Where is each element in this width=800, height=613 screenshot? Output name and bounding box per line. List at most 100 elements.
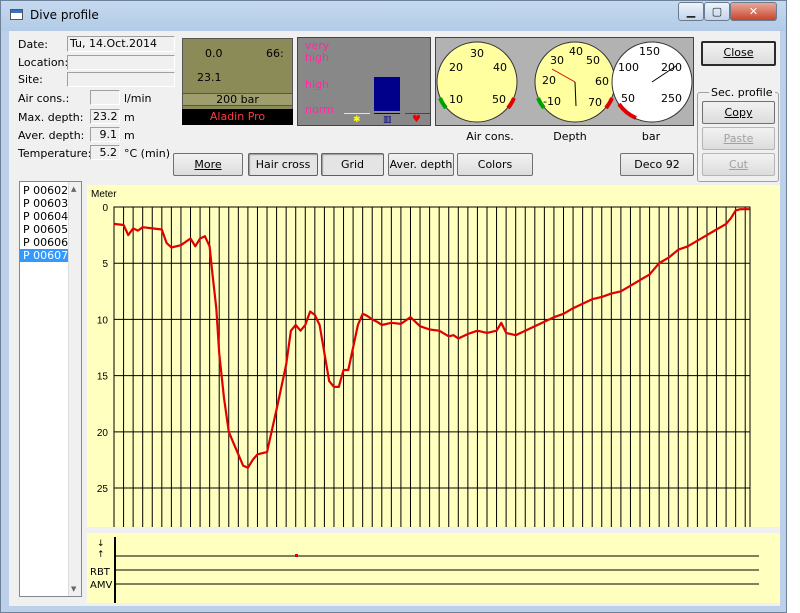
max-depth-field[interactable]: 23.2 <box>90 109 120 124</box>
max-depth-label: Max. depth: <box>18 111 84 124</box>
grid-button[interactable]: Grid <box>321 153 384 176</box>
dive-chart-panel[interactable]: Meter05101520255'10'15'20'25'30'35'40'45… <box>87 185 780 551</box>
pressure-display: 200 bar <box>182 93 293 106</box>
list-item[interactable]: P 00605 <box>20 223 68 236</box>
more-button[interactable]: More <box>173 153 243 176</box>
site-label: Site: <box>18 73 43 86</box>
list-item[interactable]: P 00603 <box>20 197 68 210</box>
pressure-tick-4: 250 <box>661 92 682 105</box>
grid-button-label: Grid <box>340 158 365 171</box>
max-depth-unit: m <box>124 111 135 124</box>
computer-display: 0.0 66: 23.1 <box>182 38 293 119</box>
close-window-button[interactable]: ✕ <box>730 2 777 21</box>
aver-depth-button[interactable]: Aver. depth <box>388 153 454 176</box>
list-item[interactable]: P 00602 <box>20 184 68 197</box>
air-cons-caption: Air cons. <box>466 130 514 143</box>
computer-name: Aladin Pro <box>182 109 293 125</box>
events-row-rbt: RBT <box>90 567 111 578</box>
app-icon <box>10 9 23 20</box>
profile-list-scrollbar[interactable]: ▲ ▼ <box>68 182 81 596</box>
y-tick-label: 20 <box>97 428 109 439</box>
ascent-arrow-icon: ↓ <box>97 539 105 549</box>
maximize-button[interactable]: ▢ <box>704 2 730 21</box>
pressure-tick-3: 200 <box>661 61 682 74</box>
copy-button[interactable]: Copy <box>702 101 775 124</box>
heart-icon: ♥ <box>412 114 421 125</box>
depth-caption: Depth <box>553 130 587 143</box>
list-item[interactable]: P 00606 <box>20 236 68 249</box>
deco-button[interactable]: Deco 92 <box>620 153 694 176</box>
minimize-button[interactable]: ▁ <box>678 2 704 21</box>
dive-profile-window: Dive profile ▁ ▢ ✕ Date: Tu, 14.Oct.2014… <box>0 0 787 613</box>
events-panel: ↓ ↑ RBT AMV <box>87 533 780 603</box>
y-tick-label: 0 <box>102 203 108 214</box>
temperature-unit: °C (min) <box>124 147 171 160</box>
y-axis-label: Meter <box>91 189 117 200</box>
depth-tick-3: 40 <box>569 45 583 58</box>
workload-base-line <box>344 113 370 114</box>
air-cons-tick-3: 40 <box>493 61 507 74</box>
depth-tick-0: -10 <box>543 95 561 108</box>
y-tick-label: 25 <box>97 484 109 495</box>
workload-high: high <box>305 78 329 91</box>
dive-profile-chart[interactable]: Meter05101520255'10'15'20'25'30'35'40'45… <box>87 185 780 551</box>
event-marker <box>295 554 298 557</box>
y-tick-label: 10 <box>97 315 109 326</box>
descent-arrow-icon: ↑ <box>97 550 105 560</box>
scroll-down-icon[interactable]: ▼ <box>71 585 76 593</box>
profile-list[interactable]: P 00602 P 00603 P 00604 P 00605 P 00606 P 006… <box>19 181 82 597</box>
dialog-client: Date: Tu, 14.Oct.2014 Location: Site: Ai… <box>9 31 780 606</box>
air-cons-field[interactable] <box>90 90 120 105</box>
date-field[interactable]: Tu, 14.Oct.2014 <box>67 36 175 52</box>
scroll-up-icon[interactable]: ▲ <box>71 185 76 193</box>
hair-cross-button[interactable]: Hair cross <box>248 153 318 176</box>
aver-depth-button-label: Aver. depth <box>389 158 453 171</box>
lcd-time: 0.0 <box>205 47 223 60</box>
depth-tick-6: 70 <box>588 96 602 109</box>
y-tick-label: 5 <box>102 259 108 270</box>
list-item[interactable]: P 00604 <box>20 210 68 223</box>
hair-cross-label: Hair cross <box>255 158 311 171</box>
sec-profile-label: Sec. profile <box>709 86 775 99</box>
pressure-tick-0: 50 <box>621 92 635 105</box>
depth-tick-5: 60 <box>595 75 609 88</box>
air-cons-tick-4: 50 <box>492 93 506 106</box>
workload-panel: very high high norm ✱ ▥ ♥ <box>297 37 431 126</box>
copy-button-label: Copy <box>724 106 753 119</box>
depth-tick-2: 30 <box>550 54 564 67</box>
more-button-label: More <box>194 158 222 171</box>
temperature-field[interactable]: 5.2 <box>90 145 120 160</box>
colors-button-label: Colors <box>477 158 513 171</box>
deco-button-label: Deco 92 <box>634 158 680 171</box>
workload-very-high: very high <box>305 39 330 64</box>
gauges-panel: 10 20 30 40 50 -10 20 30 40 50 60 70 50 … <box>435 37 694 126</box>
sun-icon: ✱ <box>353 115 361 125</box>
close-button[interactable]: Close <box>701 41 776 66</box>
title-bar[interactable]: Dive profile ▁ ▢ ✕ <box>1 1 786 31</box>
colors-button[interactable]: Colors <box>457 153 533 176</box>
bar-caption: bar <box>641 130 661 143</box>
lcd-minutes: 66: <box>266 47 284 60</box>
gauges-svg: 10 20 30 40 50 -10 20 30 40 50 60 70 50 … <box>436 41 693 123</box>
workload-bar <box>374 77 400 111</box>
temperature-label: Temperature: <box>18 147 92 160</box>
site-field[interactable] <box>67 72 175 87</box>
aver-depth-unit: m <box>124 129 135 142</box>
air-cons-label: Air cons.: <box>18 92 70 105</box>
location-field[interactable] <box>67 55 175 70</box>
depth-tick-4: 50 <box>586 54 600 67</box>
y-tick-label: 15 <box>97 372 109 383</box>
aver-depth-field[interactable]: 9.1 <box>90 127 120 142</box>
paste-button[interactable]: Paste <box>702 127 775 150</box>
date-label: Date: <box>18 38 48 51</box>
list-item[interactable]: P 00607 <box>20 249 68 262</box>
aver-depth-label: Aver. depth: <box>18 129 85 142</box>
depth-tick-1: 20 <box>542 74 556 87</box>
events-row-amv: AMV <box>90 580 112 591</box>
pressure-tick-1: 100 <box>618 61 639 74</box>
pressure-tick-2: 150 <box>639 45 660 58</box>
close-button-label: Close <box>723 46 754 59</box>
workload-base-line-2 <box>374 113 400 114</box>
cut-button[interactable]: Cut <box>702 153 775 176</box>
cut-button-label: Cut <box>729 158 748 171</box>
